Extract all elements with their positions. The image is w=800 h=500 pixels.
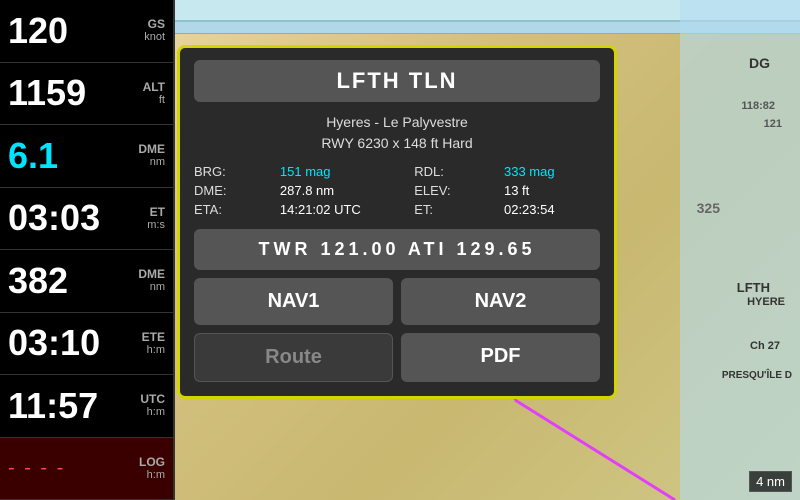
et-unit: m:s [147,219,165,231]
airport-subtitle: Hyeres - Le Palyvestre RWY 6230 x 148 ft… [194,112,600,154]
et-value1: 03 [8,200,48,236]
sidebar-item-dme2: 382 DME nm [0,250,173,313]
route-button[interactable]: Route [194,333,393,382]
log-unit: h:m [147,469,165,481]
nav1-button[interactable]: NAV1 [194,278,393,325]
ete-time: 03 : 10 [8,322,100,364]
alt-unit: ft [159,94,165,106]
sidebar-item-log: - - - - LOG h:m [0,438,173,500]
et-colon: : [48,197,60,239]
airport-rwy: RWY 6230 x 148 ft Hard [194,133,600,154]
sidebar-item-gs: 120 GS knot [0,0,173,63]
log-label: LOG [139,456,165,469]
utc-time: 11 : 57 [8,385,98,427]
airport-code-text: LFTH TLN [336,68,457,93]
dme-label: DME: [194,183,272,198]
log-value: - - - - [8,457,65,480]
sidebar-item-ete: 03 : 10 ETE h:m [0,313,173,376]
map-water-area [680,0,800,500]
dme-info-value: 287.8 nm [280,183,406,198]
airport-info-grid: BRG: 151 mag RDL: 333 mag DME: 287.8 nm … [194,164,600,217]
et-value2: 03 [60,200,100,236]
brg-value: 151 mag [280,164,406,179]
et-label-group: ET m:s [147,206,165,231]
pdf-button[interactable]: PDF [401,333,600,382]
map-label-freq: 118:82 [741,100,775,112]
utc-colon: : [46,385,58,427]
nav-buttons-row: NAV1 NAV2 [194,278,600,325]
sidebar-item-dme: 6.1 DME nm [0,125,173,188]
elev-label: ELEV: [414,183,496,198]
map-label-325: 325 [697,200,720,216]
ete-value1: 03 [8,325,48,361]
brg-label: BRG: [194,164,272,179]
airport-title-button[interactable]: LFTH TLN [194,60,600,102]
utc-value2: 57 [58,388,98,424]
alt-label-group: ALT ft [143,81,165,106]
nav2-button[interactable]: NAV2 [401,278,600,325]
gs-label: GS [148,18,165,31]
map-label-presquile: PRESQU'ÎLE D [722,370,792,381]
eta-value: 14:21:02 UTC [280,202,406,217]
ete-unit: h:m [147,344,165,356]
airport-info-popup: LFTH TLN Hyeres - Le Palyvestre RWY 6230… [177,45,617,399]
utc-unit: h:m [147,406,165,418]
gs-unit: knot [144,31,165,43]
gs-value: 120 [8,13,68,49]
ete-colon: : [48,322,60,364]
utc-value1: 11 [8,388,46,424]
dme-label-group: DME nm [138,143,165,168]
ete-value2: 10 [60,325,100,361]
dme2-value: 382 [8,263,68,299]
frequency-button[interactable]: TWR 121.00 ATI 129.65 [194,229,600,270]
dme2-label: DME [138,268,165,281]
eta-label: ETA: [194,202,272,217]
airport-name: Hyeres - Le Palyvestre [194,112,600,133]
alt-value: 1159 [8,75,86,111]
et-info-value: 02:23:54 [504,202,600,217]
alt-label: ALT [143,81,165,94]
dme-value: 6.1 [8,138,58,174]
map-nm-badge: 4 nm [749,471,792,492]
sidebar-item-alt: 1159 ALT ft [0,63,173,126]
map-label-hyeres: HYERE [747,296,785,308]
rdl-value: 333 mag [504,164,600,179]
utc-label-group: UTC h:m [140,393,165,418]
bottom-buttons-row: Route PDF [194,333,600,382]
map-label-dg: DG [749,55,770,71]
elev-value: 13 ft [504,183,600,198]
dme2-label-group: DME nm [138,268,165,293]
left-sidebar: 120 GS knot 1159 ALT ft 6.1 DME nm 03 : … [0,0,175,500]
ete-label: ETE [142,331,165,344]
et-info-label: ET: [414,202,496,217]
map-label-ch27: Ch 27 [750,340,780,352]
et-label: ET [150,206,165,219]
map-label-freq2: 121 [764,118,782,130]
utc-label: UTC [140,393,165,406]
sidebar-item-et: 03 : 03 ET m:s [0,188,173,251]
map-label-lfth2: LFTH [737,280,770,295]
et-time: 03 : 03 [8,197,100,239]
dme-unit: nm [150,156,165,168]
gs-label-group: GS knot [144,18,165,43]
log-label-group: LOG h:m [139,456,165,481]
dme2-unit: nm [150,281,165,293]
ete-label-group: ETE h:m [142,331,165,356]
dme-label: DME [138,143,165,156]
rdl-label: RDL: [414,164,496,179]
sidebar-item-utc: 11 : 57 UTC h:m [0,375,173,438]
